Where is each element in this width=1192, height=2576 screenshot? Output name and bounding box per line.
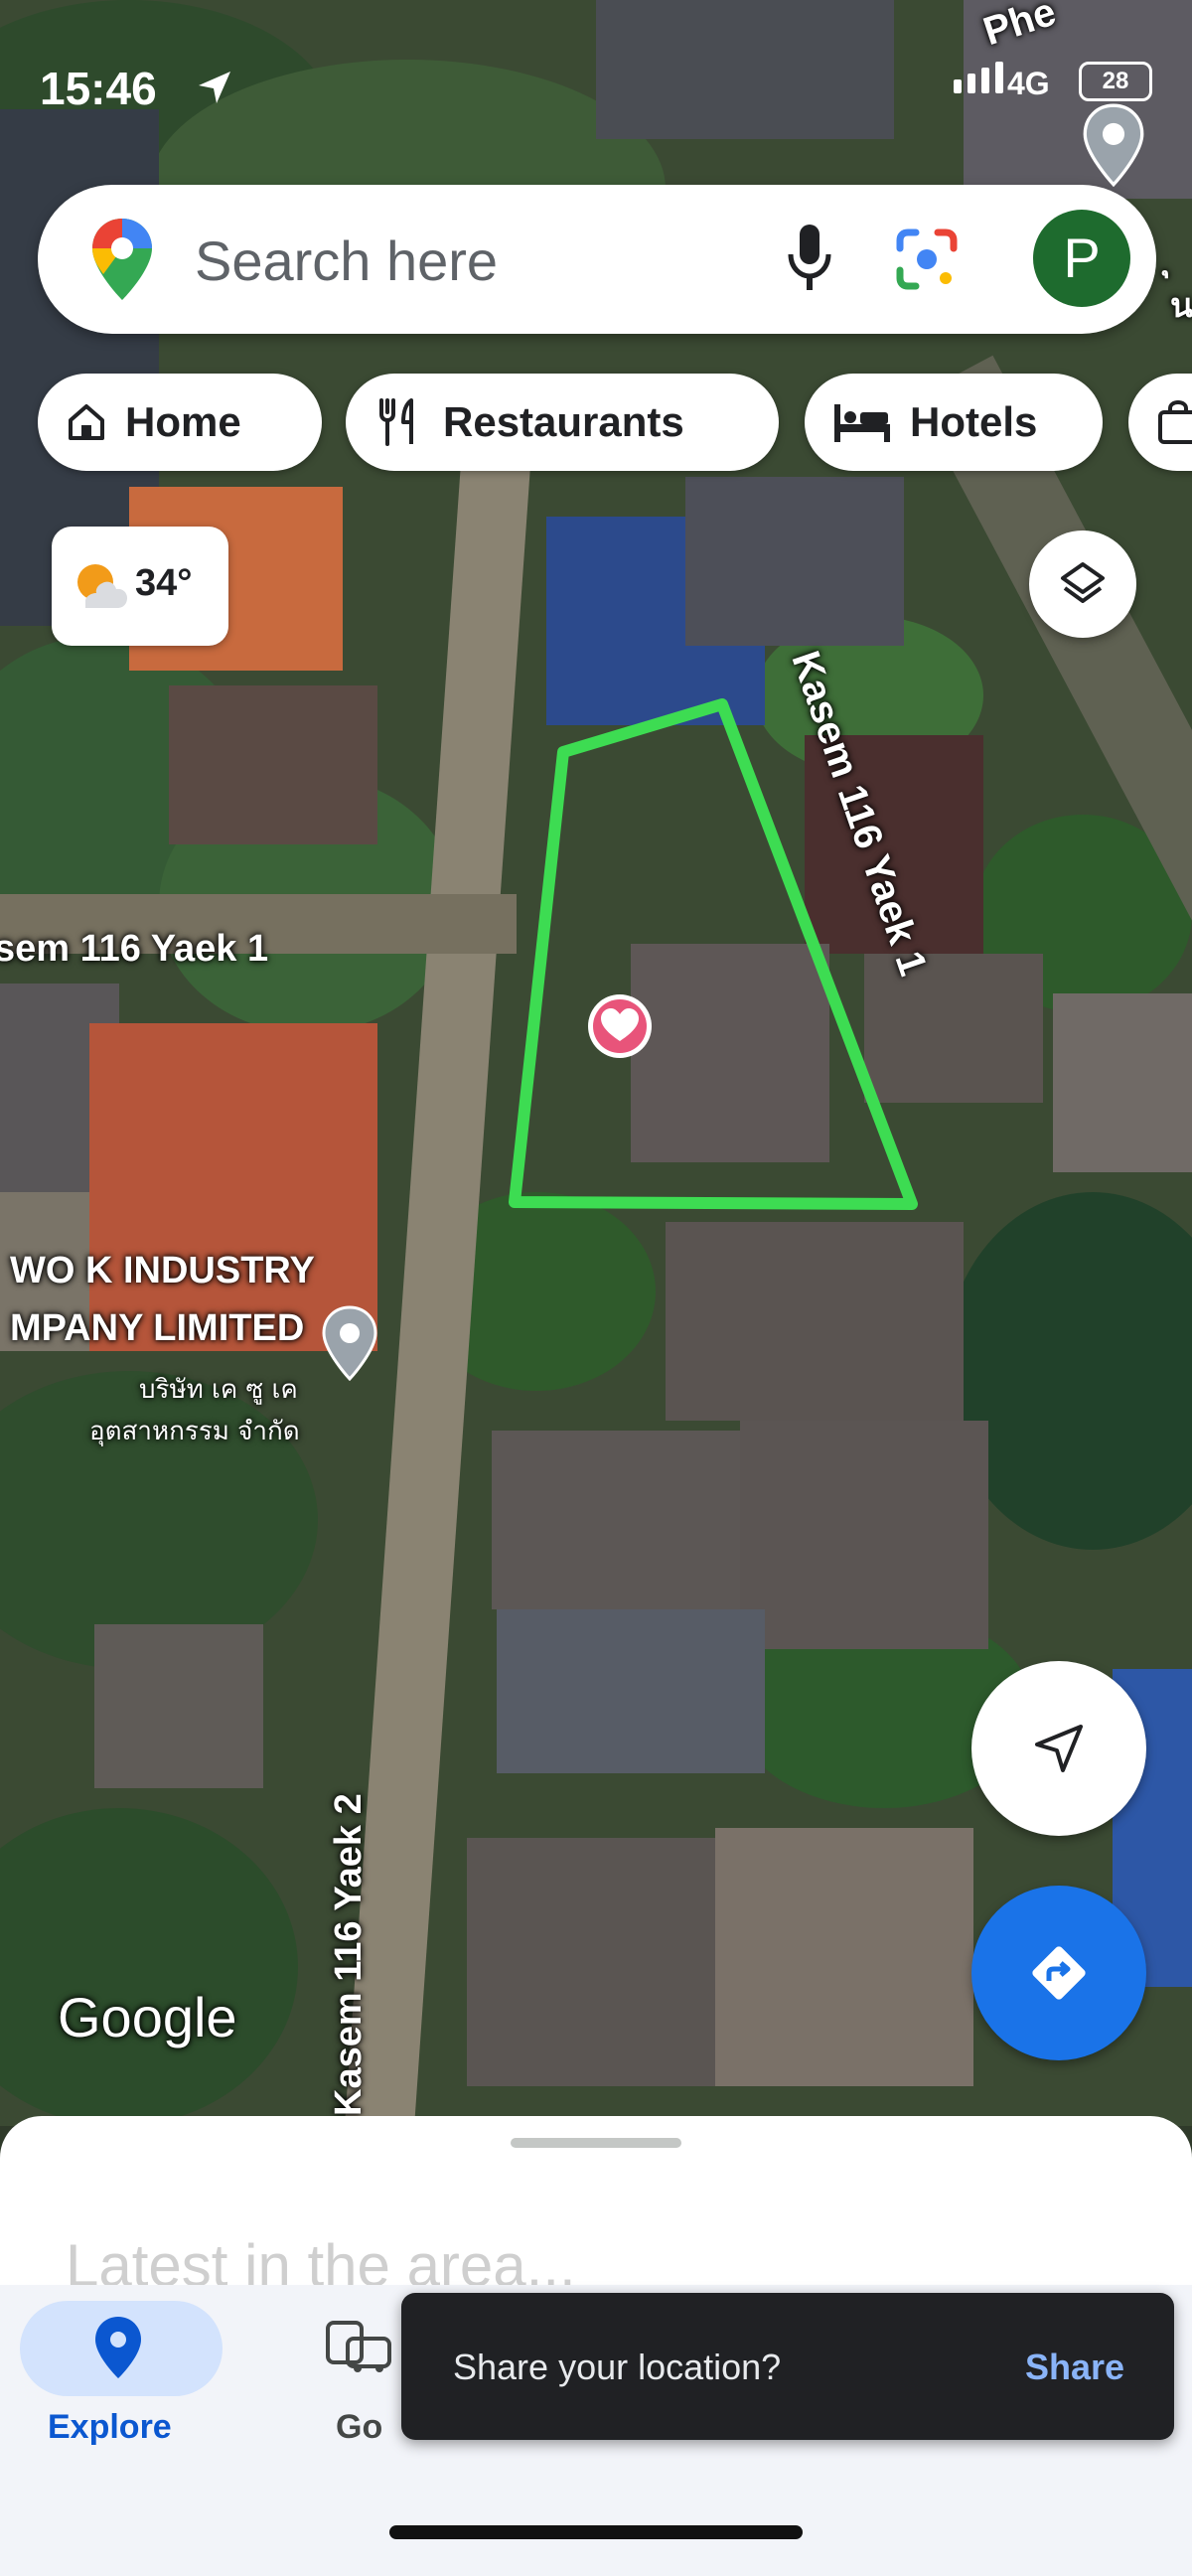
home-icon: [69, 404, 104, 440]
layers-icon: [1061, 562, 1105, 603]
layers-button[interactable]: [1029, 530, 1136, 638]
commute-car-icon: [326, 2321, 391, 2372]
chip-home-label: Home: [125, 398, 241, 445]
network-type: 4G: [1007, 66, 1050, 101]
edge-label: น: [1170, 287, 1192, 325]
share-button[interactable]: Share: [1025, 2347, 1124, 2388]
directions-icon: [1032, 1946, 1086, 2000]
navigation-arrow-icon: [1035, 1725, 1083, 1772]
chip-home[interactable]: Home: [38, 374, 322, 471]
google-attribution: Google: [58, 1986, 237, 2048]
company-label-thai2: อุตสาหกรรม จำกัด: [89, 1417, 300, 1446]
location-arrow-icon: [199, 72, 230, 103]
google-maps-pin-icon: [92, 219, 152, 300]
chip-restaurants-label: Restaurants: [443, 398, 684, 445]
my-location-button[interactable]: [971, 1661, 1146, 1836]
place-pin-icon[interactable]: [1083, 103, 1144, 187]
partly-cloudy-icon: [77, 564, 127, 608]
share-location-snackbar: Share your location? Share: [401, 2293, 1174, 2440]
home-indicator[interactable]: [389, 2525, 803, 2539]
search-bar[interactable]: Search here P: [38, 185, 1156, 334]
battery-icon: 28: [1079, 62, 1152, 101]
company-label-thai1: บริษัท เค ซู เค: [139, 1375, 298, 1405]
company-label-line1: WO K INDUSTRY: [10, 1250, 315, 1291]
signal-bars-icon: [954, 62, 1003, 93]
microphone-icon[interactable]: [785, 223, 834, 296]
account-avatar[interactable]: P: [1033, 210, 1130, 307]
explore-pin-icon: [95, 2317, 141, 2378]
weather-badge[interactable]: 34°: [52, 527, 228, 646]
company-label-line2: MPANY LIMITED: [10, 1307, 305, 1349]
nav-go[interactable]: Go: [336, 2408, 382, 2447]
shopping-bag-icon: [1158, 400, 1192, 444]
status-time: 15:46: [40, 63, 157, 114]
weather-temperature: 34°: [135, 562, 193, 604]
place-pin-icon[interactable]: [322, 1305, 377, 1381]
chip-hotels-label: Hotels: [910, 398, 1038, 445]
snackbar-message: Share your location?: [453, 2347, 782, 2387]
search-input[interactable]: Search here: [195, 228, 498, 293]
chip-restaurants[interactable]: Restaurants: [346, 374, 779, 471]
bed-icon: [834, 404, 890, 442]
favorite-heart-icon[interactable]: [585, 991, 655, 1061]
street-label-horizontal: sem 116 Yaek 1: [0, 928, 269, 970]
battery-level: 28: [1102, 68, 1129, 94]
directions-button[interactable]: [971, 1886, 1146, 2060]
chip-hotels[interactable]: Hotels: [805, 374, 1103, 471]
google-lens-icon[interactable]: [894, 227, 960, 292]
nav-explore[interactable]: Explore: [48, 2408, 172, 2447]
sheet-drag-handle[interactable]: [511, 2138, 681, 2148]
fork-knife-icon: [379, 398, 413, 446]
street-label-lower: Kasem 116 Yaek 2: [328, 1793, 370, 2116]
